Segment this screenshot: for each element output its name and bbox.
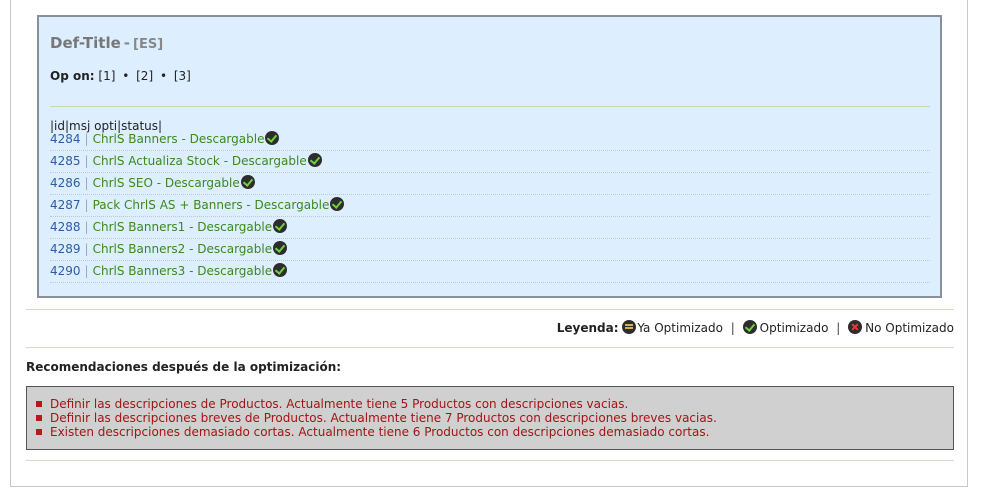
legend-no-optimizado: No Optimizado bbox=[865, 321, 954, 335]
list-item: 4285 | ChrlS Actualiza Stock - Descargable bbox=[50, 151, 930, 173]
pipe-separator: | bbox=[84, 264, 89, 278]
check-icon bbox=[240, 175, 255, 189]
pipe-separator: | bbox=[84, 176, 89, 190]
legend: Leyenda: Ya Optimizado | Optimizado | No… bbox=[557, 320, 954, 335]
check-icon bbox=[742, 320, 757, 334]
check-icon bbox=[307, 153, 322, 167]
recommendation-item: Definir las descripciones de Productos. … bbox=[35, 397, 953, 411]
recommendations-box: Definir las descripciones de Productos. … bbox=[26, 386, 954, 450]
op-on-row: Op on: [1] • [2] • [3] bbox=[50, 69, 191, 83]
title-dash: - bbox=[123, 34, 131, 52]
pipe-separator: | bbox=[84, 198, 89, 212]
product-name-link[interactable]: ChrlS SEO - Descargable bbox=[93, 176, 240, 190]
optimization-info-box: Def-Title - [ES] Op on: [1] • [2] • [3] |i… bbox=[37, 15, 942, 298]
cross-icon bbox=[848, 320, 863, 334]
op-separator: • bbox=[159, 69, 168, 83]
legend-divider: | bbox=[836, 321, 841, 335]
product-name-link[interactable]: ChrlS Banners1 - Descargable bbox=[93, 220, 273, 234]
recommendation-item: Definir las descripciones breves de Prod… bbox=[35, 411, 953, 425]
op-link-2[interactable]: [2] bbox=[136, 69, 153, 83]
product-id-link[interactable]: 4288 bbox=[50, 220, 81, 234]
product-id-link[interactable]: 4289 bbox=[50, 242, 81, 256]
pipe-separator: | bbox=[84, 242, 89, 256]
op-link-1[interactable]: [1] bbox=[98, 69, 115, 83]
pipe-separator: | bbox=[84, 154, 89, 168]
list-item: 4290 | ChrlS Banners3 - Descargable bbox=[50, 261, 930, 283]
recommendations-list: Definir las descripciones de Productos. … bbox=[27, 387, 953, 439]
list-item: 4288 | ChrlS Banners1 - Descargable bbox=[50, 217, 930, 239]
language-tag: [ES] bbox=[133, 37, 164, 52]
product-id-link[interactable]: 4286 bbox=[50, 176, 81, 190]
op-link-3[interactable]: [3] bbox=[174, 69, 191, 83]
product-name-link[interactable]: ChrlS Banners2 - Descargable bbox=[93, 242, 273, 256]
title-text: Def-Title bbox=[50, 34, 121, 52]
recommendations-title: Recomendaciones después de la optimizaci… bbox=[26, 360, 342, 374]
product-name-link[interactable]: ChrlS Banners - Descargable bbox=[93, 132, 265, 146]
box-title: Def-Title - [ES] bbox=[50, 34, 163, 52]
section-divider bbox=[26, 460, 954, 461]
list-item: 4287 | Pack ChrlS AS + Banners - Descargab… bbox=[50, 195, 930, 217]
list-item: 4286 | ChrlS SEO - Descargable bbox=[50, 173, 930, 195]
check-icon bbox=[265, 131, 280, 145]
product-name-link[interactable]: ChrlS Actualiza Stock - Descargable bbox=[93, 154, 307, 168]
product-id-link[interactable]: 4287 bbox=[50, 198, 81, 212]
pipe-separator: | bbox=[84, 132, 89, 146]
equal-icon bbox=[622, 320, 637, 334]
list-item: 4289 | ChrlS Banners2 - Descargable bbox=[50, 239, 930, 261]
section-divider bbox=[26, 309, 954, 310]
product-list: 4284 | ChrlS Banners - Descargable 4285 | Ch… bbox=[50, 129, 930, 283]
product-name-link[interactable]: Pack ChrlS AS + Banners - Descargable bbox=[93, 198, 330, 212]
check-icon bbox=[273, 263, 288, 277]
product-id-link[interactable]: 4290 bbox=[50, 264, 81, 278]
check-icon bbox=[273, 241, 288, 255]
legend-ya-optimizado: Ya Optimizado bbox=[637, 321, 723, 335]
legend-optimizado: Optimizado bbox=[759, 321, 829, 335]
legend-divider: | bbox=[730, 321, 735, 335]
section-divider bbox=[26, 347, 954, 348]
product-id-link[interactable]: 4285 bbox=[50, 154, 81, 168]
check-icon bbox=[330, 197, 345, 211]
product-name-link[interactable]: ChrlS Banners3 - Descargable bbox=[93, 264, 273, 278]
op-on-label: Op on: bbox=[50, 69, 95, 83]
product-id-link[interactable]: 4284 bbox=[50, 132, 81, 146]
op-separator: • bbox=[122, 69, 130, 83]
legend-label: Leyenda: bbox=[556, 321, 619, 335]
recommendation-item: Existen descripciones demasiado cortas. … bbox=[35, 425, 953, 439]
pipe-separator: | bbox=[84, 220, 89, 234]
list-item: 4284 | ChrlS Banners - Descargable bbox=[50, 129, 930, 151]
box-divider bbox=[50, 106, 930, 107]
check-icon bbox=[273, 219, 288, 233]
